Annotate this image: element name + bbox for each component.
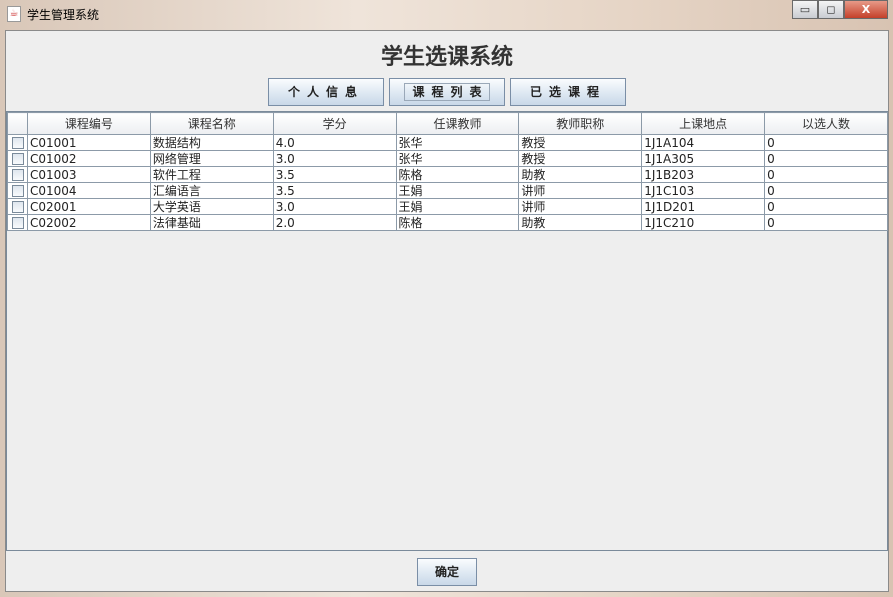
table-cell[interactable]: 助教 <box>518 166 643 183</box>
select-cell[interactable] <box>7 166 28 183</box>
table-row[interactable]: C01001 数据结构 4.0 张华 教授 1J1A104 0 <box>7 134 888 151</box>
table-cell[interactable]: 1J1A305 <box>641 150 766 167</box>
table-cell[interactable]: 0 <box>764 182 888 199</box>
table-cell[interactable]: 2.0 <box>272 214 397 231</box>
table-cell[interactable]: 4.0 <box>272 134 397 151</box>
column-header[interactable]: 课程名称 <box>149 112 274 135</box>
column-header[interactable]: 学分 <box>272 112 397 135</box>
table-cell[interactable]: 讲师 <box>518 182 643 199</box>
column-header[interactable]: 以选人数 <box>764 112 888 135</box>
select-checkbox[interactable] <box>12 185 24 197</box>
table-cell[interactable]: 3.5 <box>272 166 397 183</box>
table-cell[interactable]: 讲师 <box>518 198 643 215</box>
table-cell[interactable]: 教授 <box>518 150 643 167</box>
table-cell[interactable]: 0 <box>764 166 888 183</box>
table-row[interactable]: C02002 法律基础 2.0 陈格 助教 1J1C210 0 <box>7 214 888 231</box>
maximize-button[interactable]: ◻ <box>818 0 844 19</box>
table-cell[interactable]: 3.0 <box>272 198 397 215</box>
select-cell[interactable] <box>7 134 28 151</box>
table-cell[interactable]: 汇编语言 <box>149 182 274 199</box>
select-cell[interactable] <box>7 150 28 167</box>
table-row[interactable]: C01003 软件工程 3.5 陈格 助教 1J1B203 0 <box>7 166 888 183</box>
column-header[interactable]: 任课教师 <box>395 112 520 135</box>
table-cell[interactable]: 法律基础 <box>149 214 274 231</box>
page-title: 学生选课系统 <box>380 44 513 70</box>
table-cell[interactable]: 张华 <box>395 134 520 151</box>
table-cell[interactable]: 王娟 <box>395 182 520 199</box>
column-header-select[interactable] <box>7 112 28 135</box>
table-cell[interactable]: 助教 <box>518 214 643 231</box>
confirm-button[interactable]: 确定 <box>417 558 477 586</box>
table-cell[interactable]: 教授 <box>518 134 643 151</box>
table-row[interactable]: C02001 大学英语 3.0 王娟 讲师 1J1D201 0 <box>7 198 888 215</box>
table-cell[interactable]: C01001 <box>27 134 151 151</box>
select-checkbox[interactable] <box>12 201 24 213</box>
table-cell[interactable]: 网络管理 <box>149 150 274 167</box>
main-panel: 学生选课系统 个人信息 课程列表 已选课程 课程编号 课程名称 学分 任课教师 教师职称… <box>5 30 889 592</box>
table-cell[interactable]: 0 <box>764 134 888 151</box>
table-cell[interactable]: 张华 <box>395 150 520 167</box>
tab-label: 个人信息 <box>287 85 364 99</box>
close-button[interactable]: X <box>844 0 888 19</box>
table-cell[interactable]: 大学英语 <box>149 198 274 215</box>
tab-course-list[interactable]: 课程列表 <box>389 78 505 106</box>
table-cell[interactable]: C02001 <box>27 198 151 215</box>
tab-selected-courses[interactable]: 已选课程 <box>510 78 626 106</box>
table-cell[interactable]: C01004 <box>27 182 151 199</box>
table-cell[interactable]: 1J1A104 <box>641 134 766 151</box>
table-cell[interactable]: 3.0 <box>272 150 397 167</box>
tab-label: 已选课程 <box>529 85 606 99</box>
select-checkbox[interactable] <box>12 169 24 181</box>
table-cell[interactable]: 陈格 <box>395 214 520 231</box>
table-cell[interactable]: 0 <box>764 214 888 231</box>
table-cell[interactable]: 0 <box>764 150 888 167</box>
table-cell[interactable]: 1J1B203 <box>641 166 766 183</box>
select-checkbox[interactable] <box>12 217 24 229</box>
table-cell[interactable]: 1J1D201 <box>641 198 766 215</box>
tab-label: 课程列表 <box>404 83 490 101</box>
select-checkbox[interactable] <box>12 153 24 165</box>
table-cell[interactable]: 数据结构 <box>149 134 274 151</box>
table-cell[interactable]: 陈格 <box>395 166 520 183</box>
select-checkbox[interactable] <box>12 137 24 149</box>
column-header[interactable]: 教师职称 <box>518 112 643 135</box>
course-table: 课程编号 课程名称 学分 任课教师 教师职称 上课地点 以选人数 C01001 数据结构 4.0… <box>6 111 888 551</box>
table-cell[interactable]: C01003 <box>27 166 151 183</box>
select-cell[interactable] <box>7 214 28 231</box>
table-cell[interactable]: 1J1C103 <box>641 182 766 199</box>
table-cell[interactable]: C01002 <box>27 150 151 167</box>
window-title: 学生管理系统 <box>27 8 100 22</box>
table-cell[interactable]: 王娟 <box>395 198 520 215</box>
column-header[interactable]: 课程编号 <box>27 112 151 135</box>
tab-personal-info[interactable]: 个人信息 <box>268 78 384 106</box>
java-app-icon: ☕ <box>7 6 21 22</box>
table-cell[interactable]: C02002 <box>27 214 151 231</box>
select-cell[interactable] <box>7 198 28 215</box>
table-row[interactable]: C01004 汇编语言 3.5 王娟 讲师 1J1C103 0 <box>7 182 888 199</box>
table-cell[interactable]: 软件工程 <box>149 166 274 183</box>
minimize-button[interactable]: ▭ <box>792 0 818 19</box>
table-cell[interactable]: 0 <box>764 198 888 215</box>
table-cell[interactable]: 1J1C210 <box>641 214 766 231</box>
column-header[interactable]: 上课地点 <box>641 112 766 135</box>
table-cell[interactable]: 3.5 <box>272 182 397 199</box>
table-row[interactable]: C01002 网络管理 3.0 张华 教授 1J1A305 0 <box>7 150 888 167</box>
select-cell[interactable] <box>7 182 28 199</box>
title-bar: ☕ 学生管理系统 ▭ ◻ X <box>0 0 893 28</box>
